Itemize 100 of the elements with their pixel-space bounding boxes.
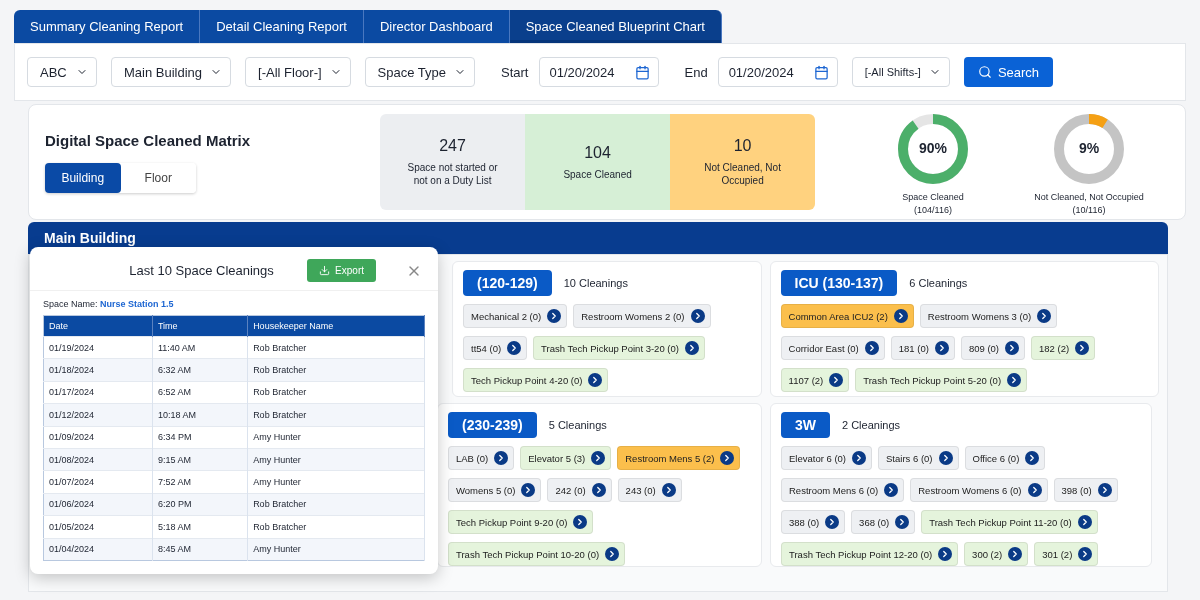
chevron-icon — [1078, 547, 1093, 561]
space-chip[interactable]: tt54 (0) — [463, 336, 528, 360]
column-header: Time — [152, 315, 248, 337]
chevron-icon — [938, 547, 953, 561]
tab[interactable]: Director Dashboard — [364, 10, 510, 43]
view-toggle[interactable]: Floor — [120, 162, 196, 193]
space-chip[interactable]: Common Area ICU2 (2) — [780, 304, 914, 328]
space-chip[interactable]: Restroom Mens 5 (2) — [617, 446, 741, 470]
space-chip[interactable]: 388 (0) — [781, 510, 846, 534]
search-icon — [977, 65, 992, 79]
space-chip[interactable]: 243 (0) — [617, 478, 682, 502]
table-cell: 6:32 AM — [152, 358, 248, 382]
table-cell: Rob Bratcher — [247, 403, 425, 427]
table-cell: Rob Bratcher — [247, 358, 425, 382]
stat-value: 10 — [733, 137, 752, 155]
chevron-icon — [605, 547, 620, 561]
table-cell: 01/04/2024 — [43, 538, 153, 561]
table-cell: 6:52 AM — [152, 381, 248, 404]
chevron-icon — [573, 515, 588, 529]
space-chip[interactable]: Trash Tech Pickup Point 5-20 (0) — [855, 368, 1028, 392]
zone-name[interactable]: (120-129) — [463, 270, 552, 296]
space-chip[interactable]: Corridor East (0) — [780, 336, 885, 360]
space-chip[interactable]: Stairs 6 (0) — [878, 446, 959, 470]
dropdown[interactable]: Space Type — [364, 57, 476, 87]
space-chip[interactable]: 182 (2) — [1031, 336, 1096, 360]
table-cell: 5:18 AM — [152, 515, 248, 538]
dropdown[interactable]: Main Building — [111, 57, 232, 87]
space-chip[interactable]: Tech Pickup Point 9-20 (0) — [448, 510, 594, 534]
chevron-icon — [934, 341, 949, 355]
cleaning-count: 2 Cleanings — [842, 419, 901, 431]
space-chip[interactable]: Mechanical 2 (0) — [463, 304, 568, 328]
tab[interactable]: Space Cleaned Blueprint Chart — [509, 10, 722, 43]
chevron-icon — [1077, 515, 1092, 529]
table-cell: 01/09/2024 — [43, 426, 153, 449]
space-chip[interactable]: LAB (0) — [448, 446, 515, 470]
search-button[interactable]: Search — [963, 57, 1054, 87]
space-chip[interactable]: Trash Tech Pickup Point 11-20 (0) — [921, 510, 1098, 534]
chevron-icon — [895, 515, 910, 529]
space-chip[interactable]: 398 (0) — [1053, 478, 1118, 502]
table-cell: 01/12/2024 — [43, 403, 153, 427]
space-chip[interactable]: Restroom Womens 3 (0) — [919, 304, 1058, 328]
chevron-icon — [507, 341, 522, 355]
table-cell: 9:15 AM — [152, 448, 248, 471]
end-label: End — [684, 64, 708, 80]
table-cell: 8:45 AM — [152, 538, 248, 561]
dropdown[interactable]: [-All Floor-] — [245, 57, 351, 87]
date-field[interactable]: 01/20/2024 — [538, 57, 659, 87]
donut-count: (104/116) — [914, 205, 952, 215]
space-chip[interactable]: 1107 (2) — [780, 368, 850, 392]
space-chip[interactable]: Trash Tech Pickup Point 10-20 (0) — [448, 542, 626, 566]
space-chip[interactable]: Elevator 5 (3) — [520, 446, 612, 470]
tab[interactable]: Detail Cleaning Report — [200, 10, 364, 43]
space-chip[interactable]: Restroom Mens 6 (0) — [781, 478, 905, 502]
stat-label: Space Cleaned — [562, 167, 633, 181]
chevron-icon — [720, 451, 735, 465]
stat-value: 247 — [439, 137, 466, 155]
dropdown[interactable]: [-All Shifts-] — [851, 57, 950, 87]
table-cell: 01/07/2024 — [43, 470, 153, 494]
space-name: Space Name: Nurse Station 1.5 — [42, 298, 175, 311]
space-chip[interactable]: Trash Tech Pickup Point 3-20 (0) — [533, 336, 705, 360]
donut-count: (10/116) — [1072, 205, 1106, 215]
column-header: Date — [43, 315, 153, 337]
chevron-icon — [1075, 341, 1090, 355]
table-cell: 01/17/2024 — [43, 381, 153, 404]
table-cell: 01/19/2024 — [43, 336, 153, 359]
space-chip[interactable]: Restroom Womens 6 (0) — [910, 478, 1048, 502]
view-toggle[interactable]: Building — [45, 162, 121, 193]
space-chip[interactable]: 300 (2) — [964, 542, 1029, 566]
table-cell: 01/06/2024 — [43, 493, 153, 516]
space-chip[interactable]: Elevator 6 (0) — [781, 446, 873, 470]
space-chip[interactable]: 301 (2) — [1034, 542, 1099, 566]
space-chip[interactable]: Restroom Womens 2 (0) — [573, 304, 711, 328]
table-cell: 01/08/2024 — [43, 448, 153, 471]
space-chip[interactable]: Trash Tech Pickup Point 12-20 (0) — [781, 542, 959, 566]
space-chip[interactable]: 368 (0) — [851, 510, 916, 534]
space-chip[interactable]: 242 (0) — [547, 478, 612, 502]
space-chip[interactable]: Office 6 (0) — [964, 446, 1046, 470]
table-cell: Amy Hunter — [247, 538, 425, 561]
stat-label: Not Cleaned, Not Occupied — [703, 161, 782, 187]
space-chip[interactable]: Womens 5 (0) — [448, 478, 542, 502]
cleaning-count: 6 Cleanings — [909, 277, 968, 289]
dropdown[interactable]: ABC — [27, 57, 97, 87]
chevron-icon — [852, 451, 867, 465]
table-cell: Rob Bratcher — [247, 515, 425, 538]
space-chip[interactable]: 181 (0) — [890, 336, 955, 360]
zone-name[interactable]: (230-239) — [448, 412, 537, 438]
space-chip[interactable]: Tech Pickup Point 4-20 (0) — [463, 368, 609, 392]
chevron-icon — [684, 341, 699, 355]
space-chip[interactable]: 809 (0) — [960, 336, 1025, 360]
chevron-icon — [1037, 309, 1052, 323]
zone-name[interactable]: 3W — [781, 412, 830, 438]
chevron-icon — [864, 341, 879, 355]
table-cell: Rob Bratcher — [247, 381, 425, 404]
tab[interactable]: Summary Cleaning Report — [14, 10, 201, 43]
date-field[interactable]: 01/20/2024 — [717, 57, 838, 87]
table-cell: 10:18 AM — [152, 403, 248, 427]
donut-percent: 9% — [1077, 140, 1101, 156]
stat-label: Space not started or not on a Duty List — [406, 161, 499, 187]
zone-name[interactable]: ICU (130-137) — [780, 270, 898, 296]
table-cell: 7:52 AM — [152, 470, 248, 494]
